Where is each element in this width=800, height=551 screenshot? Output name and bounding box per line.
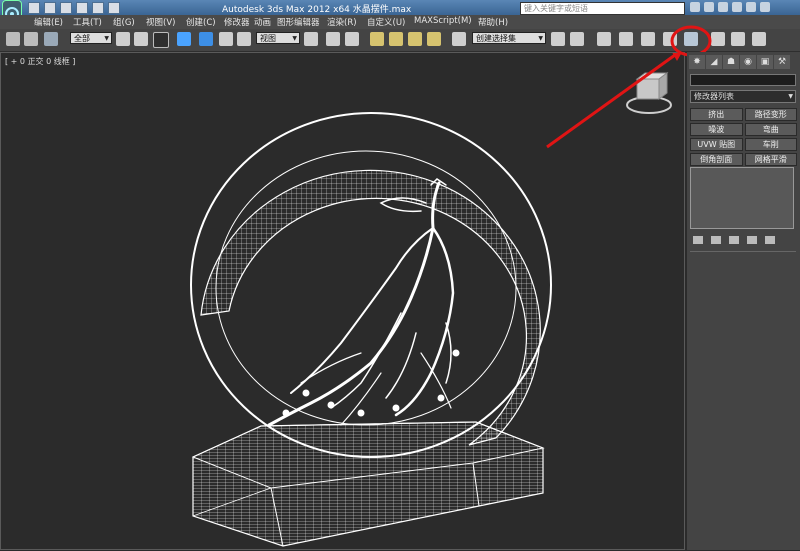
modifier-buttons: 挤出 路径变形 噪波 弯曲 UVW 贴图 车削 倒角剖面 网格平滑 <box>690 108 797 166</box>
menu-animation[interactable]: 动画 <box>254 16 271 28</box>
graphite-ribbon-icon[interactable] <box>619 32 633 46</box>
select-object-icon[interactable] <box>116 32 130 46</box>
search-input[interactable]: 键入关键字或短语 <box>520 2 685 15</box>
menu-tools[interactable]: 工具(T) <box>73 16 102 28</box>
tab-hierarchy[interactable]: ☗ <box>723 55 739 69</box>
menu-group[interactable]: 组(G) <box>113 16 135 28</box>
percent-snap-icon[interactable] <box>408 32 422 46</box>
annotation-arrow <box>546 53 676 149</box>
title-bar: Autodesk 3ds Max 2012 x64 水晶摆件.max 键入关键字… <box>0 0 800 27</box>
snaps-toggle-icon[interactable] <box>370 32 384 46</box>
command-panel: ✸ ◢ ☗ ◉ ▣ ⚒ 修改器列表 挤出 路径变形 噪波 弯曲 UVW 贴图 车… <box>687 52 800 550</box>
community-icon[interactable] <box>704 2 714 12</box>
tab-modify[interactable]: ◢ <box>706 55 722 69</box>
wireframe-model <box>190 53 682 547</box>
select-scale-icon[interactable] <box>237 32 251 46</box>
align-icon[interactable] <box>570 32 584 46</box>
viewport-front-wireframe[interactable]: [ + 0 正交 0 线框 ] <box>0 52 685 550</box>
star-icon[interactable] <box>718 2 728 12</box>
menu-edit[interactable]: 编辑(E) <box>34 16 63 28</box>
mirror-icon[interactable] <box>551 32 565 46</box>
open-file-icon[interactable] <box>44 2 56 14</box>
modifier-stack[interactable] <box>690 167 794 229</box>
configure-sets-icon[interactable] <box>765 236 775 244</box>
modifier-button[interactable]: 挤出 <box>690 108 743 121</box>
window-title: Autodesk 3ds Max 2012 x64 水晶摆件.max <box>222 5 412 15</box>
viewcube <box>626 72 672 114</box>
undo-icon[interactable] <box>76 2 88 14</box>
link-icon[interactable] <box>6 32 20 46</box>
select-rotate-icon[interactable] <box>219 32 233 46</box>
angle-snap-icon[interactable] <box>389 32 403 46</box>
named-selection-dropdown[interactable]: 创建选择集 <box>472 32 546 45</box>
save-file-icon[interactable] <box>60 2 72 14</box>
tab-utilities[interactable]: ⚒ <box>774 55 790 69</box>
keyboard-shortcut-icon[interactable] <box>345 32 359 46</box>
curve-editor-icon[interactable] <box>641 32 655 46</box>
rendered-frame-window-icon[interactable] <box>731 32 745 46</box>
help-icon[interactable] <box>732 2 742 12</box>
select-by-name-icon[interactable] <box>134 32 148 46</box>
reference-coordinate-dropdown[interactable]: 视图 <box>256 32 300 45</box>
rect-selection-icon[interactable] <box>153 32 169 48</box>
spinner-snap-icon[interactable] <box>427 32 441 46</box>
menu-graph-editors[interactable]: 图形编辑器 <box>277 16 320 28</box>
select-move-icon[interactable] <box>199 32 213 46</box>
object-name-field[interactable] <box>690 74 796 86</box>
unlink-icon[interactable] <box>24 32 38 46</box>
pedestal-base <box>191 421 545 547</box>
panel-divider <box>690 251 796 252</box>
show-end-result-icon[interactable] <box>711 236 721 244</box>
menu-create[interactable]: 创建(C) <box>186 16 216 28</box>
pin-stack-icon[interactable] <box>693 236 703 244</box>
quick-access-toolbar <box>28 2 120 14</box>
menu-views[interactable]: 视图(V) <box>146 16 175 28</box>
bind-space-warp-icon[interactable] <box>44 32 58 46</box>
new-file-icon[interactable] <box>28 2 40 14</box>
modifier-button[interactable]: 车削 <box>744 138 797 151</box>
layer-manager-icon[interactable] <box>597 32 611 46</box>
render-production-icon[interactable] <box>752 32 766 46</box>
select-manipulate-icon[interactable] <box>326 32 340 46</box>
pivot-center-icon[interactable] <box>304 32 318 46</box>
ring-outer-edge <box>190 112 552 458</box>
modifier-list-dropdown[interactable]: 修改器列表 <box>690 90 796 103</box>
menu-customize[interactable]: 自定义(U) <box>367 16 405 28</box>
modifier-button[interactable]: 弯曲 <box>744 123 797 136</box>
remove-modifier-icon[interactable] <box>747 236 757 244</box>
menu-maxscript[interactable]: MAXScript(M) <box>414 16 472 26</box>
ring-band <box>200 169 541 446</box>
menu-modifiers[interactable]: 修改器 <box>224 16 250 28</box>
modifier-button[interactable]: 路径变形 <box>744 108 797 121</box>
menu-help[interactable]: 帮助(H) <box>478 16 508 28</box>
project-folder-icon[interactable] <box>108 2 120 14</box>
search-icon[interactable] <box>690 2 700 12</box>
tab-motion[interactable]: ◉ <box>740 55 756 69</box>
stack-tools <box>693 236 775 244</box>
selection-filter-dropdown[interactable]: 全部 <box>70 32 112 45</box>
menu-rendering[interactable]: 渲染(R) <box>327 16 357 28</box>
modifier-button[interactable]: 噪波 <box>690 123 743 136</box>
window-crossing-icon[interactable] <box>177 32 191 46</box>
infocenter-icons <box>690 2 770 12</box>
edit-named-selection-icon[interactable] <box>452 32 466 46</box>
modifier-button[interactable]: 倒角剖面 <box>690 153 743 166</box>
make-unique-icon[interactable] <box>729 236 739 244</box>
modifier-button[interactable]: UVW 贴图 <box>690 138 743 151</box>
redo-icon[interactable] <box>92 2 104 14</box>
tab-display[interactable]: ▣ <box>757 55 773 69</box>
minimize-icon[interactable] <box>746 2 756 12</box>
close-icon[interactable] <box>760 2 770 12</box>
modifier-button[interactable]: 网格平滑 <box>744 153 797 166</box>
command-panel-tabs: ✸ ◢ ☗ ◉ ▣ ⚒ <box>689 55 790 69</box>
tab-create[interactable]: ✸ <box>689 55 705 69</box>
